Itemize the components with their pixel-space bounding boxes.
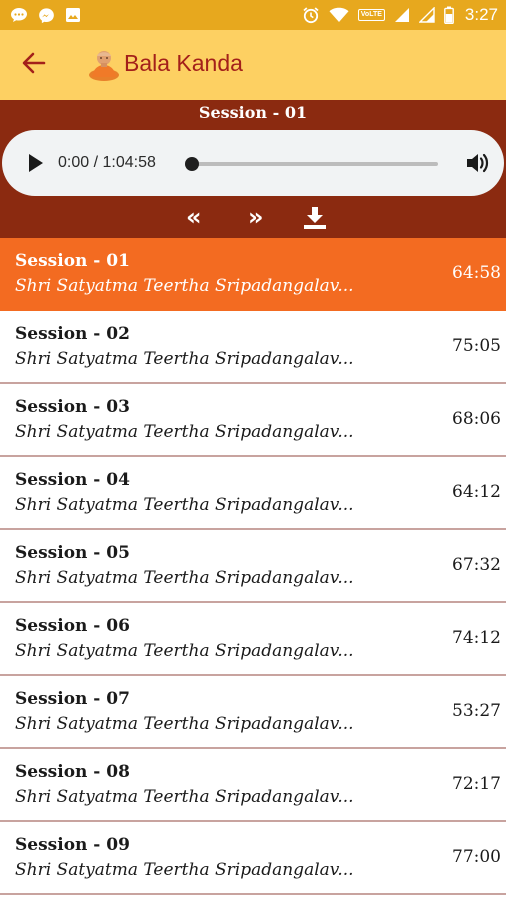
session-duration: 75:05 xyxy=(452,336,501,356)
alarm-icon xyxy=(302,6,320,24)
clock: 3:27 xyxy=(464,5,498,24)
seek-bar[interactable] xyxy=(185,157,438,171)
session-duration: 68:06 xyxy=(452,409,501,429)
volte-badge: VoLTE xyxy=(357,9,385,21)
session-title: Session - 04 xyxy=(15,470,130,490)
session-speaker: Shri Satyatma Teertha Sripadangalav... xyxy=(15,276,354,296)
session-speaker: Shri Satyatma Teertha Sripadangalav... xyxy=(15,422,354,442)
system-icons: VoLTE 3:27 xyxy=(302,5,498,25)
session-speaker: Shri Satyatma Teertha Sripadangalav... xyxy=(15,714,354,734)
play-button[interactable] xyxy=(26,152,46,174)
session-duration: 53:27 xyxy=(452,701,501,721)
session-list: Session - 01 Shri Satyatma Teertha Sripa… xyxy=(0,238,506,900)
session-item[interactable]: Session - 04 Shri Satyatma Teertha Sripa… xyxy=(0,457,506,530)
signal-icon xyxy=(418,7,435,23)
session-item[interactable]: Session - 08 Shri Satyatma Teertha Sripa… xyxy=(0,749,506,822)
image-icon xyxy=(65,7,81,23)
session-item[interactable]: Session - 03 Shri Satyatma Teertha Sripa… xyxy=(0,384,506,457)
session-speaker: Shri Satyatma Teertha Sripadangalav... xyxy=(15,641,354,661)
signal-icon xyxy=(394,7,410,23)
session-item[interactable]: Session - 06 Shri Satyatma Teertha Sripa… xyxy=(0,603,506,676)
download-button[interactable] xyxy=(302,205,328,229)
session-item[interactable]: Session - 09 Shri Satyatma Teertha Sripa… xyxy=(0,822,506,895)
session-speaker: Shri Satyatma Teertha Sripadangalav... xyxy=(15,349,354,369)
session-speaker: Shri Satyatma Teertha Sripadangalav... xyxy=(15,787,354,807)
volume-icon xyxy=(464,153,490,180)
session-item[interactable]: Session - 01 Shri Satyatma Teertha Sripa… xyxy=(0,238,506,311)
battery-icon xyxy=(444,6,454,24)
session-title: Session - 05 xyxy=(15,543,130,563)
notification-icons xyxy=(10,6,81,24)
volume-button[interactable] xyxy=(464,150,490,176)
session-duration: 72:17 xyxy=(452,774,501,794)
session-item[interactable]: Session - 02 Shri Satyatma Teertha Sripa… xyxy=(0,311,506,384)
session-duration: 67:32 xyxy=(452,555,501,575)
wifi-icon xyxy=(329,7,349,23)
session-title: Session - 07 xyxy=(15,689,130,709)
session-item[interactable]: Session - 05 Shri Satyatma Teertha Sripa… xyxy=(0,530,506,603)
player-panel: Session - 01 0:00 / 1:04:58 « » xyxy=(0,100,506,238)
session-item[interactable]: Session - 07 Shri Satyatma Teertha Sripa… xyxy=(0,676,506,749)
page-title: Bala Kanda xyxy=(124,50,243,76)
session-title: Session - 01 xyxy=(15,251,130,271)
session-title: Session - 03 xyxy=(15,397,130,417)
session-duration: 64:12 xyxy=(452,482,501,502)
status-bar: VoLTE 3:27 xyxy=(0,0,506,30)
session-title: Session - 09 xyxy=(15,835,130,855)
arrow-left-icon xyxy=(22,52,46,78)
messenger-icon xyxy=(38,7,55,24)
session-duration: 77:00 xyxy=(452,847,501,867)
session-title: Session - 08 xyxy=(15,762,130,782)
next-button[interactable]: » xyxy=(248,200,264,234)
previous-button[interactable]: « xyxy=(186,200,202,234)
audio-player: 0:00 / 1:04:58 xyxy=(2,130,504,196)
session-duration: 64:58 xyxy=(452,263,501,283)
play-icon xyxy=(26,154,46,178)
time-display: 0:00 / 1:04:58 xyxy=(58,154,156,171)
session-title: Session - 06 xyxy=(15,616,130,636)
app-bar: Bala Kanda xyxy=(0,30,506,100)
session-title: Session - 02 xyxy=(15,324,130,344)
session-speaker: Shri Satyatma Teertha Sripadangalav... xyxy=(15,568,354,588)
session-speaker: Shri Satyatma Teertha Sripadangalav... xyxy=(15,495,354,515)
saint-avatar-icon xyxy=(88,47,120,81)
now-playing-title: Session - 01 xyxy=(198,103,308,122)
playback-controls: « » xyxy=(0,200,506,234)
session-speaker: Shri Satyatma Teertha Sripadangalav... xyxy=(15,860,354,880)
seek-bar-thumb[interactable] xyxy=(185,157,199,171)
session-duration: 74:12 xyxy=(452,628,501,648)
back-button[interactable] xyxy=(20,52,48,78)
message-icon xyxy=(10,6,28,24)
download-icon xyxy=(302,207,328,236)
